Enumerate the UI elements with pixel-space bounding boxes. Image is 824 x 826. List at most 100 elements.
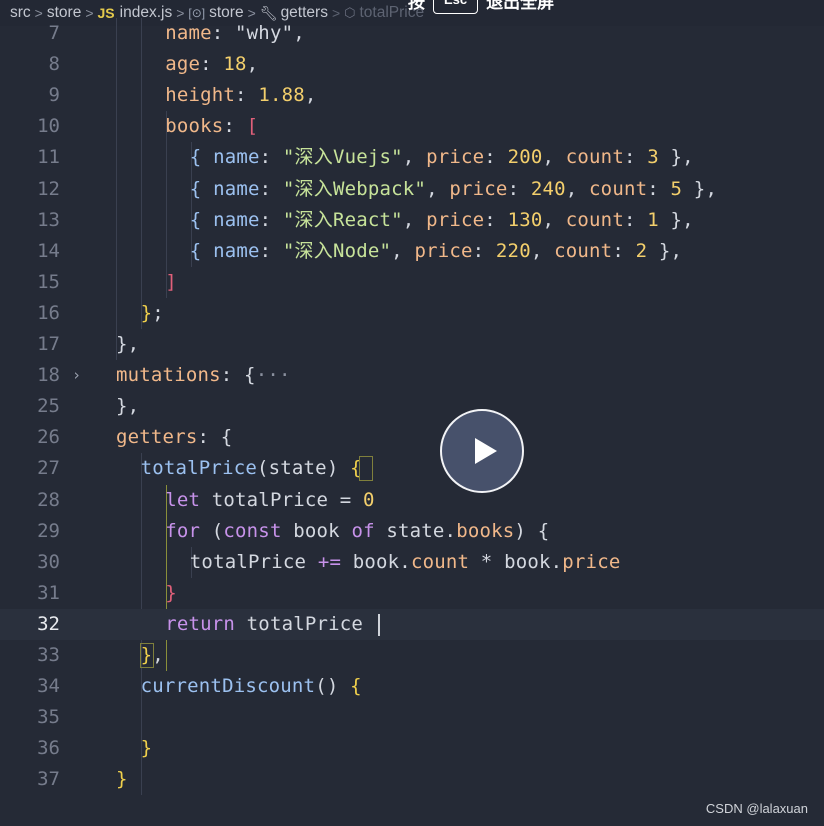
code-token: count [565, 146, 624, 169]
code-token: : [235, 84, 259, 107]
code-line[interactable]: 14 { name: "深入Node", price: 220, count: 2… [0, 236, 824, 267]
code-token: : [259, 177, 283, 200]
code-line[interactable]: 11 { name: "深入Vuejs", price: 200, count: … [0, 142, 824, 173]
esc-key: Esc [433, 0, 479, 14]
line-number: 31 [37, 581, 60, 604]
code-text: } [141, 733, 153, 764]
code-line[interactable]: 30 totalPrice += book.count * book.price [0, 547, 824, 578]
code-token: } [165, 581, 177, 604]
code-token: price [426, 208, 485, 231]
code-token: () [315, 675, 351, 698]
code-token: book. [341, 550, 411, 573]
line-number: 10 [37, 115, 60, 138]
code-token: name [213, 208, 260, 231]
code-text: totalPrice(state) { [141, 453, 362, 484]
code-line[interactable]: 7 name: "why", [0, 18, 824, 49]
code-token: state [268, 457, 327, 480]
text-cursor [378, 613, 380, 636]
code-line[interactable]: 8 age: 18, [0, 49, 824, 80]
code-line[interactable]: 25}, [0, 391, 824, 422]
code-token: }, [682, 177, 718, 200]
code-token: }, [647, 239, 683, 262]
code-token: 220 [495, 239, 531, 262]
code-token: 2 [635, 239, 648, 262]
line-number: 27 [37, 457, 60, 480]
code-token: , [530, 239, 555, 262]
line-number: 18 [37, 364, 60, 387]
code-token: 1 [647, 208, 659, 231]
line-number: 12 [37, 177, 60, 200]
code-token: "深入Vuejs" [282, 146, 403, 169]
code-token: , [391, 239, 415, 262]
code-line[interactable]: 31} [0, 578, 824, 609]
code-token: price [414, 239, 473, 262]
code-line[interactable]: 29 for (const book of state.books) { [0, 516, 824, 547]
line-number: 11 [37, 146, 60, 169]
code-token: : [197, 426, 221, 449]
code-token: for [165, 519, 201, 542]
code-line[interactable]: 17}, [0, 329, 824, 360]
code-line[interactable]: 36} [0, 733, 824, 764]
code-line[interactable]: 35 [0, 702, 824, 733]
code-token: getters [116, 426, 198, 449]
code-editor[interactable]: 7 name: "why", 8 age: 18, 9 height: 1.88, 10 bo… [0, 18, 824, 826]
code-token: of [351, 519, 375, 542]
code-line[interactable]: 13 { name: "深入React", price: 130, count: … [0, 205, 824, 236]
code-text: { name: "深入Vuejs", price: 200, count: 3 … [190, 142, 694, 173]
code-token: } [116, 768, 128, 791]
code-line[interactable]: 15] [0, 267, 824, 298]
code-token: , [565, 177, 590, 200]
code-line[interactable]: 32 return totalPrice [0, 608, 824, 640]
code-token: { [350, 675, 362, 698]
code-token: }, [658, 146, 694, 169]
code-token: { [537, 519, 550, 542]
line-number: 28 [37, 488, 60, 511]
code-token: const [223, 519, 282, 542]
line-number: 15 [37, 270, 60, 293]
play-button[interactable] [440, 409, 524, 493]
code-line[interactable]: 16}; [0, 298, 824, 329]
code-text: { name: "深入Node", price: 220, count: 2 }… [190, 236, 682, 267]
code-token: price [449, 177, 508, 200]
code-token: , [127, 333, 140, 355]
code-token: count [589, 177, 648, 200]
code-token: count [410, 550, 470, 573]
code-token: : [211, 22, 236, 44]
code-line[interactable]: 18 › mutations: {··· [0, 360, 824, 391]
line-number: 35 [37, 706, 60, 729]
code-token: { [189, 177, 214, 200]
code-line[interactable]: 34 currentDiscount() { [0, 671, 824, 702]
code-text: } [116, 764, 128, 795]
code-token: : [484, 208, 508, 231]
code-token: : [484, 146, 508, 169]
code-line[interactable]: 33}, [0, 640, 824, 671]
bracket-match-highlight [359, 456, 373, 482]
code-token: name [213, 146, 260, 169]
code-token: price [426, 146, 485, 169]
code-token: , [293, 22, 305, 44]
code-line[interactable]: 26 getters: { [0, 422, 824, 453]
line-number: 32 [37, 612, 60, 635]
code-token: name [213, 177, 260, 200]
hint-prefix: 按 [408, 0, 425, 12]
code-text: name: "why", [165, 18, 305, 49]
code-token: 240 [530, 177, 566, 200]
code-token: { [220, 426, 233, 449]
line-number: 13 [37, 208, 60, 231]
fold-chevron-icon[interactable]: › [72, 360, 81, 391]
line-number: 33 [37, 644, 60, 666]
code-text: books: [ [165, 111, 258, 142]
code-token: ( [211, 519, 224, 542]
code-token: } [140, 301, 153, 324]
code-line[interactable]: 9 height: 1.88, [0, 80, 824, 111]
code-token: : [223, 115, 247, 138]
line-number: 29 [37, 519, 60, 542]
code-line[interactable]: 37} [0, 764, 824, 795]
code-line[interactable]: 10 books: [ [0, 111, 824, 142]
code-line[interactable]: 12 { name: "深入Webpack", price: 240, count… [0, 174, 824, 205]
code-text: } [165, 578, 177, 609]
code-line[interactable]: 27 totalPrice(state) { [0, 453, 824, 484]
code-token: { [244, 364, 256, 387]
code-token: currentDiscount [140, 675, 316, 698]
code-line[interactable]: 28 let totalPrice = 0 [0, 485, 824, 516]
